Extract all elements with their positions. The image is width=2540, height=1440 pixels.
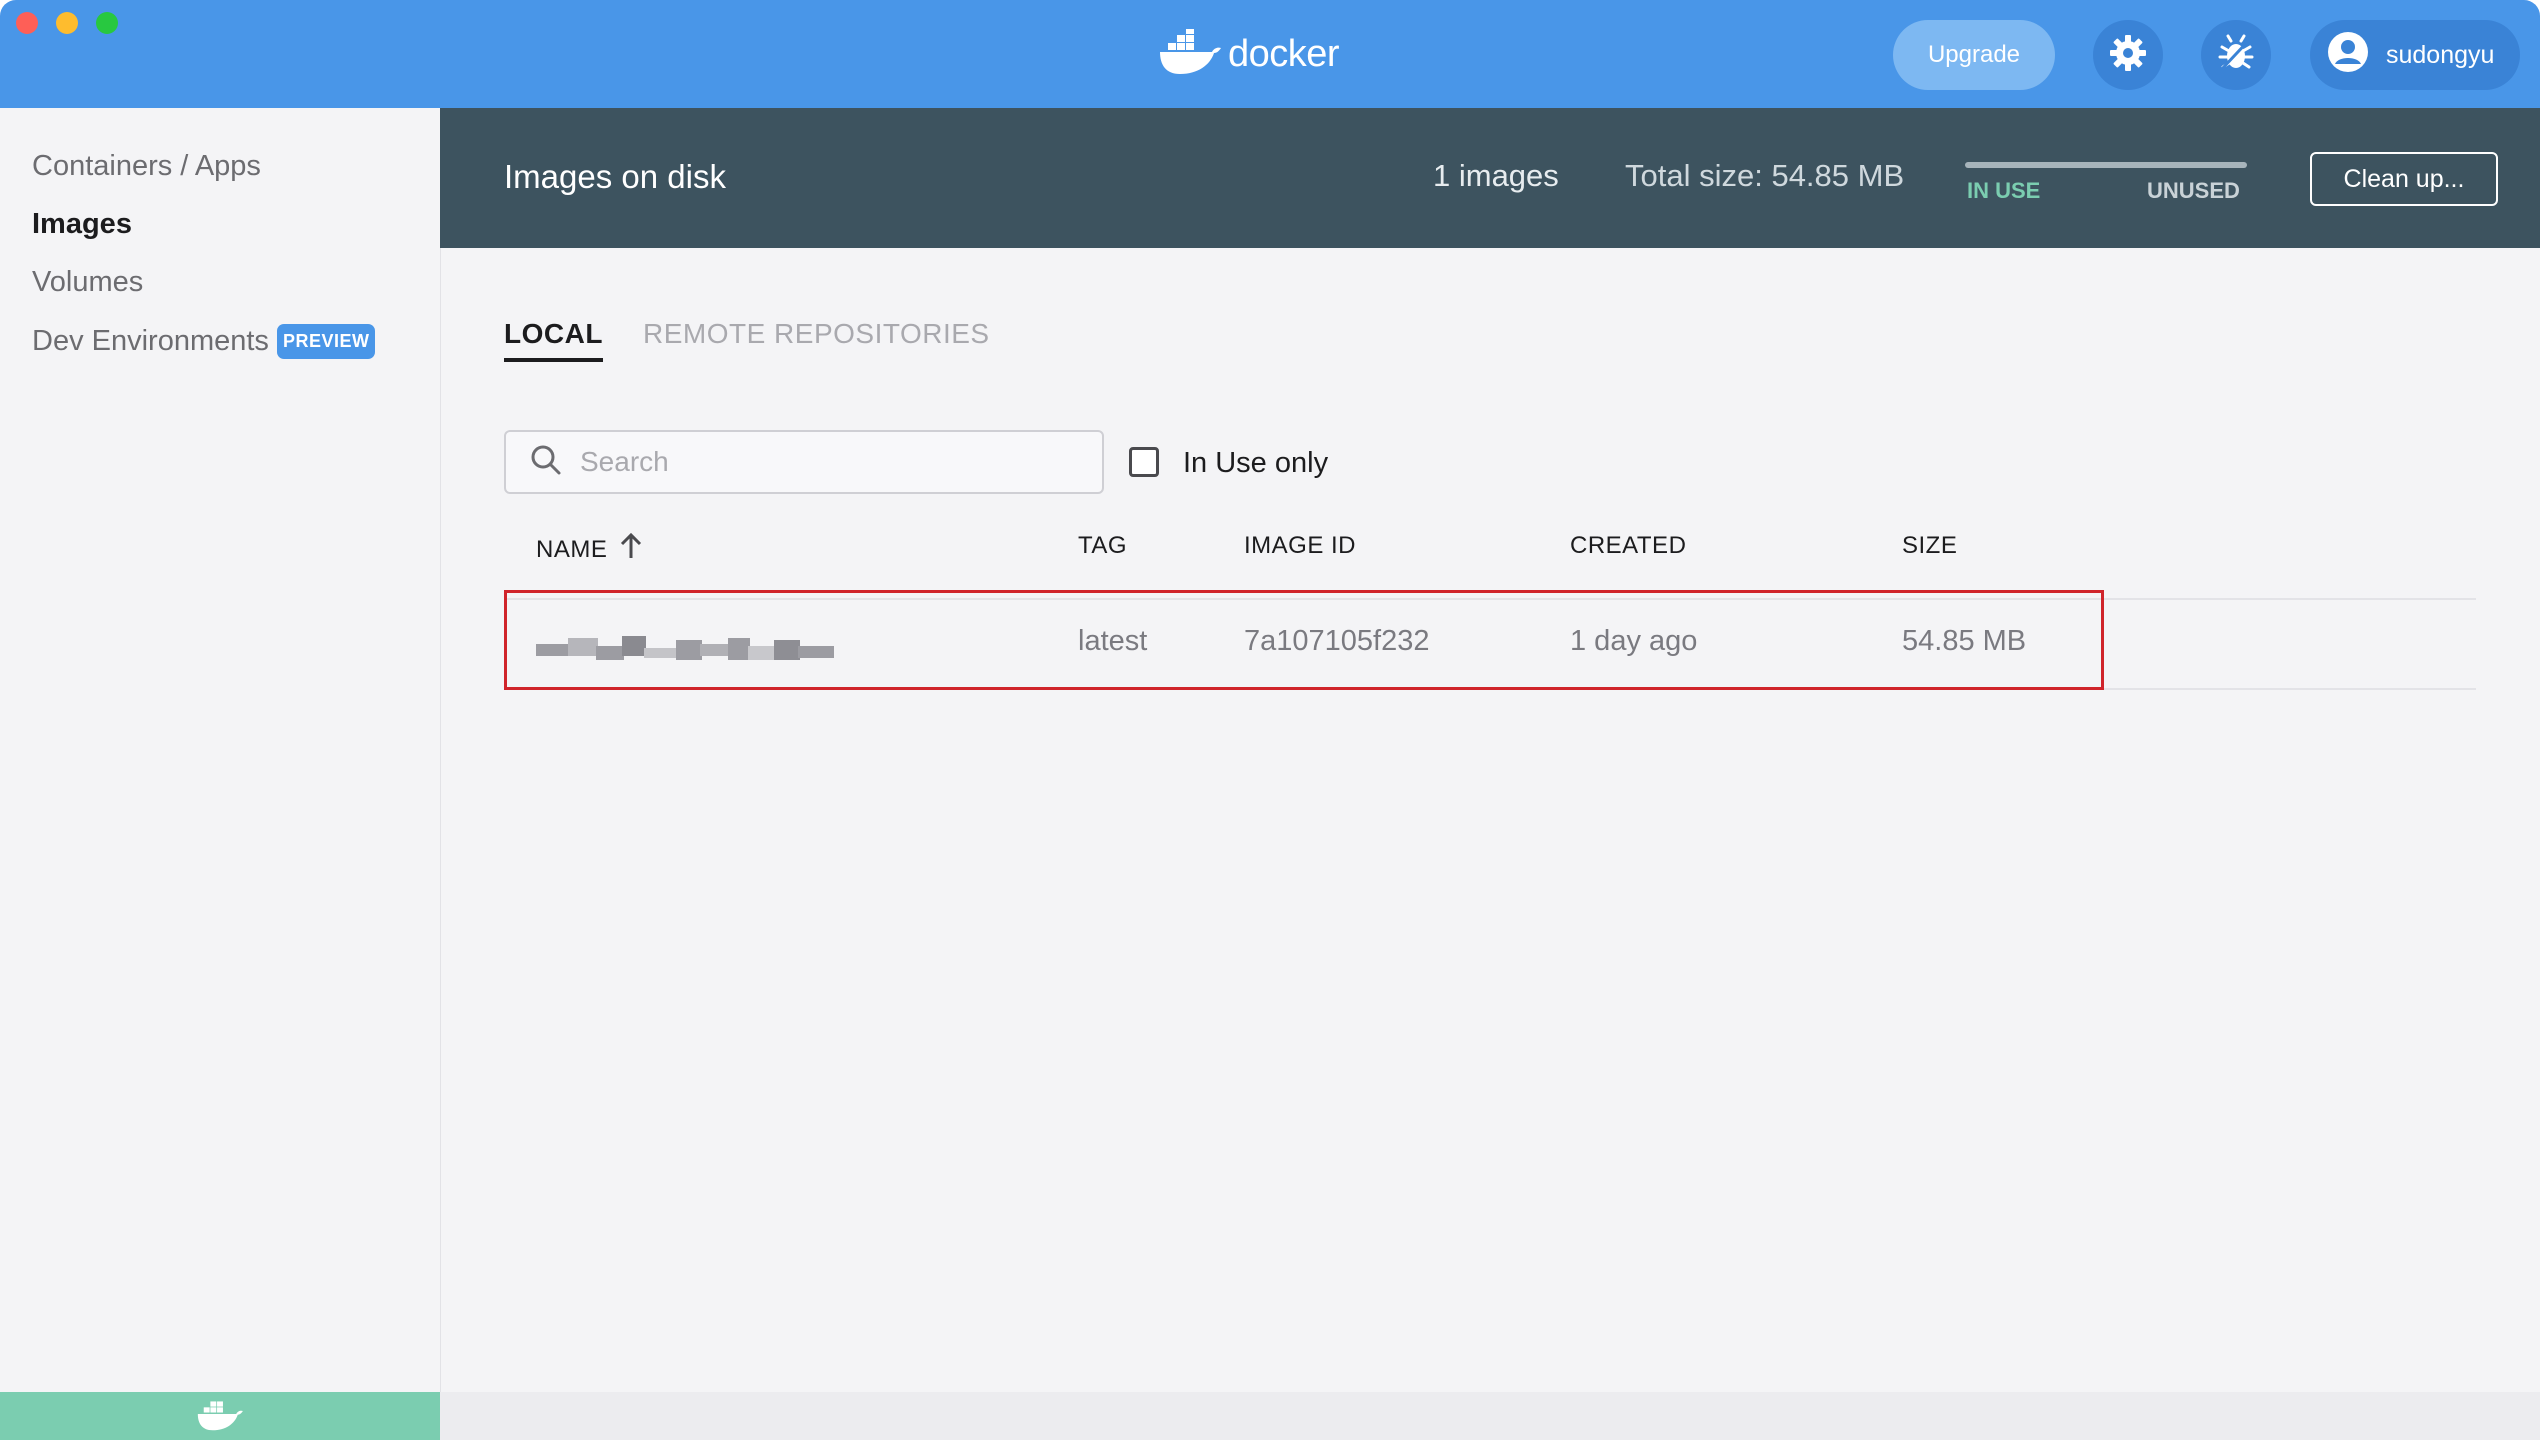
image-count: 1 images bbox=[1433, 158, 1559, 193]
sidebar-item-label: Volumes bbox=[32, 266, 144, 298]
docker-wordmark: docker bbox=[1228, 32, 1340, 75]
user-avatar-icon bbox=[2326, 30, 2370, 81]
title-bar: docker Upgrade sudongyu bbox=[0, 0, 2540, 108]
sort-ascending-icon bbox=[619, 532, 643, 567]
bug-icon bbox=[2215, 32, 2257, 79]
sidebar-item-volumes[interactable]: Volumes bbox=[32, 266, 143, 299]
column-header-created[interactable]: CREATED bbox=[1570, 532, 1686, 560]
troubleshoot-button[interactable] bbox=[2201, 20, 2271, 90]
in-use-label: IN USE bbox=[1967, 178, 2041, 203]
image-tag: latest bbox=[1078, 625, 1148, 657]
column-header-label: NAME bbox=[536, 535, 608, 563]
sidebar-item-dev-environments[interactable]: Dev Environments PREVIEW bbox=[32, 324, 376, 359]
column-header-tag[interactable]: TAG bbox=[1078, 532, 1127, 560]
clean-up-button[interactable]: Clean up... bbox=[2310, 152, 2498, 206]
docker-logo: docker bbox=[1158, 28, 1340, 80]
page-title: Images on disk bbox=[504, 158, 726, 195]
sidebar: Containers / Apps Images Volumes Dev Env… bbox=[0, 108, 441, 1440]
sidebar-item-label: Containers / Apps bbox=[32, 150, 261, 182]
main-footer bbox=[440, 1392, 2540, 1440]
account-button[interactable]: sudongyu bbox=[2310, 20, 2520, 90]
image-name-obscured bbox=[536, 636, 836, 662]
image-id: 7a107105f232 bbox=[1244, 625, 1430, 657]
sidebar-item-containers-apps[interactable]: Containers / Apps bbox=[32, 150, 261, 183]
in-use-only-label[interactable]: In Use only bbox=[1183, 447, 1328, 480]
tab-local[interactable]: LOCAL bbox=[504, 318, 603, 362]
username-label: sudongyu bbox=[2386, 40, 2495, 69]
column-header-size[interactable]: SIZE bbox=[1902, 532, 1957, 560]
search-field[interactable] bbox=[504, 430, 1104, 494]
minimize-window-button[interactable] bbox=[56, 12, 78, 34]
settings-button[interactable] bbox=[2093, 20, 2163, 90]
column-header-name[interactable]: NAME bbox=[536, 532, 643, 567]
docker-whale-icon bbox=[1158, 28, 1222, 80]
sidebar-item-images[interactable]: Images bbox=[32, 208, 132, 241]
search-icon bbox=[530, 444, 562, 481]
zoom-window-button[interactable] bbox=[96, 12, 118, 34]
upgrade-button[interactable]: Upgrade bbox=[1893, 20, 2055, 90]
image-size: 54.85 MB bbox=[1902, 625, 2027, 657]
in-use-only-checkbox[interactable] bbox=[1129, 447, 1159, 477]
total-size: Total size: 54.85 MB bbox=[1625, 158, 1905, 193]
docker-status-whale-icon[interactable] bbox=[196, 1397, 244, 1436]
tab-remote-repositories[interactable]: REMOTE REPOSITORIES bbox=[643, 318, 990, 350]
sidebar-item-label: Images bbox=[32, 208, 132, 240]
gear-icon bbox=[2108, 33, 2148, 78]
column-header-image-id[interactable]: IMAGE ID bbox=[1244, 532, 1356, 560]
image-created: 1 day ago bbox=[1570, 625, 1698, 657]
docker-desktop-window: docker Upgrade sudongyu Containers / App… bbox=[0, 0, 2540, 1440]
close-window-button[interactable] bbox=[16, 12, 38, 34]
status-bar bbox=[0, 1392, 440, 1440]
disk-usage-bar bbox=[1965, 162, 2247, 168]
unused-label: UNUSED bbox=[2147, 178, 2240, 203]
preview-badge: PREVIEW bbox=[276, 324, 376, 359]
images-header: Images on disk 1 images Total size: 54.8… bbox=[440, 108, 2540, 248]
search-input[interactable] bbox=[578, 445, 1082, 479]
sidebar-item-label: Dev Environments bbox=[32, 325, 269, 357]
